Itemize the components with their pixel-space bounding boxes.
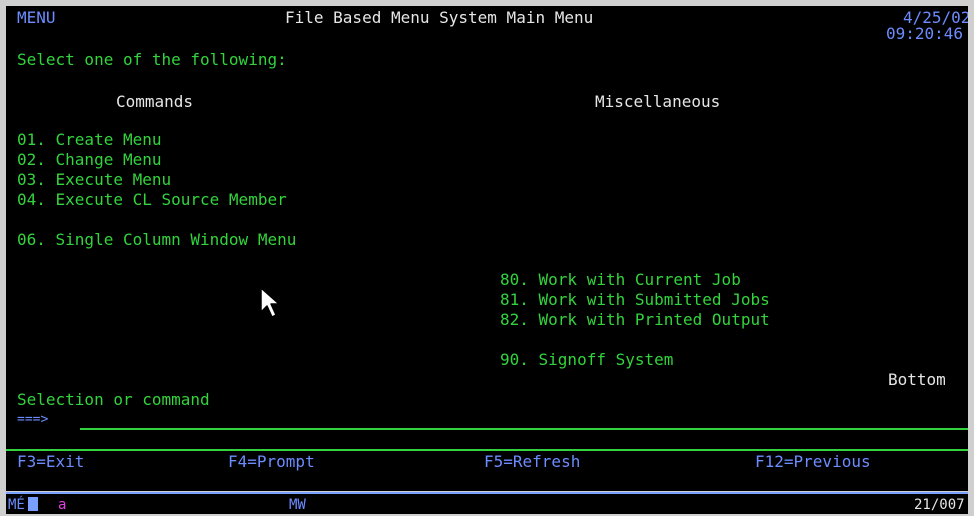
terminal-screen: MENU File Based Menu System Main Menu 4/… xyxy=(6,6,968,491)
f3-exit-key[interactable]: F3=Exit xyxy=(17,452,84,472)
cursor-position: 21/007 xyxy=(914,497,965,513)
command-arrow: ===> xyxy=(17,412,49,427)
menu-option-create[interactable]: 01. Create Menu xyxy=(17,130,162,150)
misc-heading: Miscellaneous xyxy=(595,92,721,111)
menu-option-submitted-jobs[interactable]: 81. Work with Submitted Jobs xyxy=(500,290,770,310)
f5-refresh-key[interactable]: F5=Refresh xyxy=(484,452,580,472)
status-bar: MÉ a MW 21/007 xyxy=(6,492,968,516)
header-time: 09:20:46 xyxy=(886,24,964,43)
keyboard-lock-icon xyxy=(28,497,38,511)
select-instruction: Select one of the following: xyxy=(17,50,287,69)
menu-option-current-job[interactable]: 80. Work with Current Job xyxy=(500,270,741,290)
screen-title: File Based Menu System Main Menu xyxy=(285,8,594,27)
function-key-separator xyxy=(6,449,968,451)
menu-option-signoff[interactable]: 90. Signoff System xyxy=(500,350,673,370)
menu-option-single-column[interactable]: 06. Single Column Window Menu xyxy=(17,230,296,250)
menu-option-printed-output[interactable]: 82. Work with Printed Output xyxy=(500,310,770,330)
bottom-indicator: Bottom xyxy=(888,370,946,389)
command-input[interactable] xyxy=(82,412,962,428)
menu-option-change[interactable]: 02. Change Menu xyxy=(17,150,162,170)
status-indicator: MÉ xyxy=(8,497,25,513)
menu-option-execute[interactable]: 03. Execute Menu xyxy=(17,170,171,190)
selection-prompt-label: Selection or command xyxy=(17,390,210,409)
command-input-underline xyxy=(80,428,968,430)
status-mode: MW xyxy=(289,497,306,513)
menu-id: MENU xyxy=(17,8,56,27)
f4-prompt-key[interactable]: F4=Prompt xyxy=(228,452,315,472)
commands-heading: Commands xyxy=(116,92,194,111)
menu-option-execute-cl[interactable]: 04. Execute CL Source Member xyxy=(17,190,287,210)
f12-previous-key[interactable]: F12=Previous xyxy=(755,452,871,472)
status-input-char: a xyxy=(58,497,67,513)
mouse-pointer-icon xyxy=(260,287,280,318)
